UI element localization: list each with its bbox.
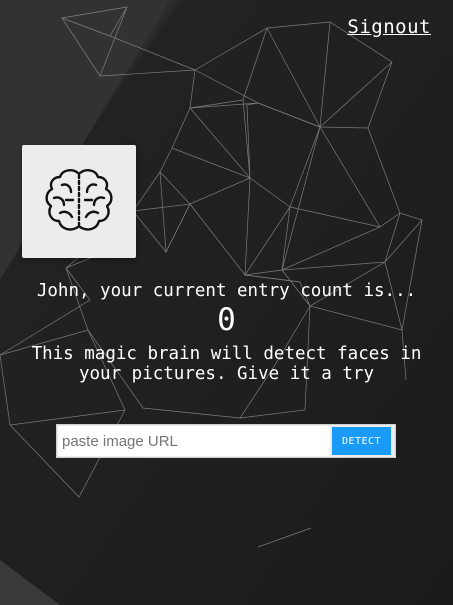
app-description: This magic brain will detect faces in yo… — [31, 344, 422, 384]
image-url-form: DETECT — [56, 424, 396, 458]
logo-card[interactable] — [22, 145, 136, 258]
signout-link[interactable]: Signout — [347, 16, 431, 38]
entry-count-text: John, your current entry count is... — [36, 281, 417, 301]
entry-count-value: 0 — [217, 302, 236, 338]
image-url-input[interactable] — [58, 426, 330, 456]
detect-button[interactable]: DETECT — [332, 427, 391, 455]
brain-icon — [45, 168, 113, 231]
